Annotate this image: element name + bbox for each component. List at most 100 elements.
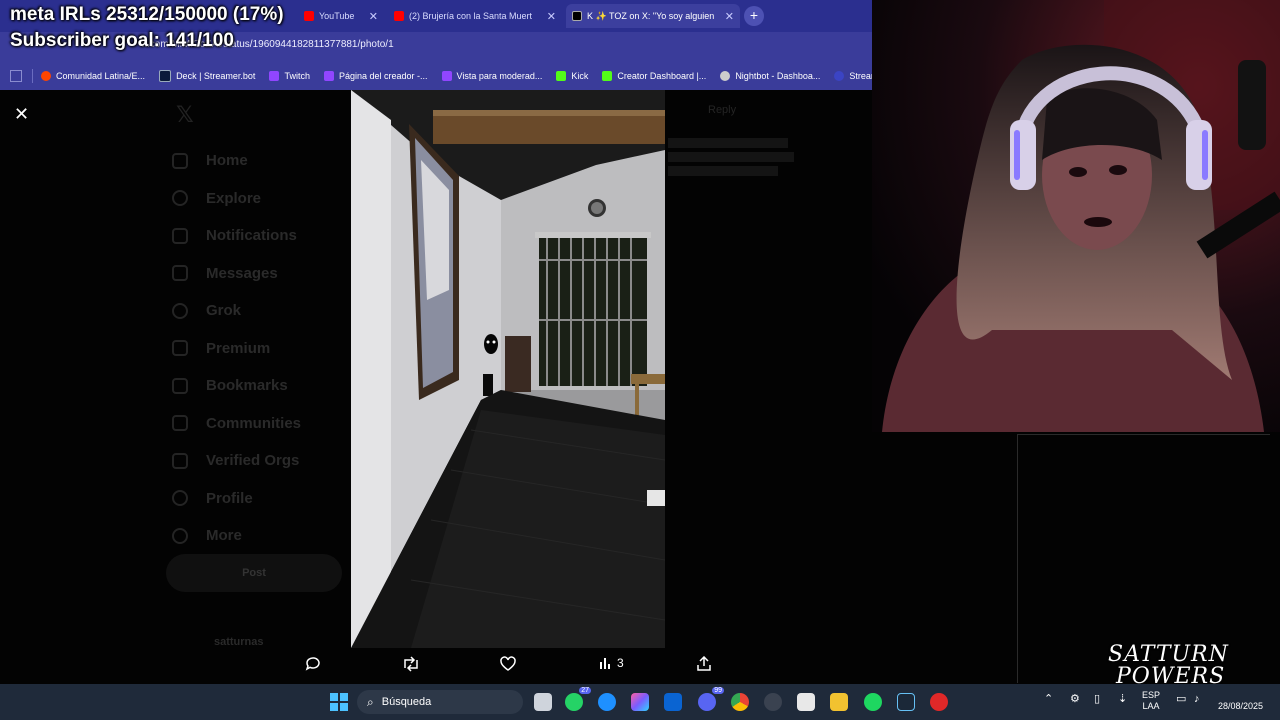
close-icon[interactable]: ✕ bbox=[14, 104, 29, 125]
bookmark-creator-page[interactable]: Página del creador -... bbox=[323, 71, 428, 81]
sidebar-item-label: More bbox=[206, 527, 242, 545]
capcut-icon[interactable] bbox=[797, 693, 815, 711]
bookmark-label: Deck | Streamer.bot bbox=[176, 71, 256, 81]
post-photo[interactable] bbox=[351, 90, 665, 648]
apps-icon[interactable] bbox=[10, 70, 22, 82]
chrome-icon[interactable] bbox=[731, 693, 749, 711]
clock-date[interactable]: 28/08/2025 bbox=[1218, 701, 1263, 712]
language-indicator[interactable]: ESP LAA bbox=[1142, 690, 1160, 712]
volume-icon[interactable]: ♪ bbox=[1194, 694, 1200, 705]
file-icon[interactable] bbox=[534, 693, 552, 711]
close-icon[interactable]: ✕ bbox=[547, 10, 556, 23]
x-logo-icon: 𝕏 bbox=[176, 102, 194, 127]
battery-icon[interactable]: ▯ bbox=[1094, 694, 1100, 705]
sidebar-item-notifications[interactable]: Notifications bbox=[172, 217, 301, 255]
youtube-icon bbox=[304, 11, 314, 21]
reply-button[interactable]: Reply bbox=[708, 104, 736, 116]
copilot-icon[interactable] bbox=[631, 693, 649, 711]
profile-name[interactable]: satturnas bbox=[214, 636, 264, 648]
tab-brujeria[interactable]: (2) Brujería con la Santa Muert ✕ bbox=[388, 4, 562, 28]
sidebar-item-explore[interactable]: Explore bbox=[172, 180, 301, 218]
share-icon[interactable] bbox=[696, 656, 712, 672]
kick-icon bbox=[602, 71, 613, 81]
bookmark-label: Página del creador -... bbox=[338, 71, 428, 81]
notification-badge: 27 bbox=[579, 687, 591, 694]
post-actions: 3 bbox=[0, 648, 872, 684]
usb-icon[interactable]: ⇣ bbox=[1118, 694, 1127, 705]
streamlabs-icon[interactable] bbox=[930, 693, 948, 711]
edge-icon[interactable] bbox=[598, 693, 616, 711]
bookmark-label: Twitch bbox=[284, 71, 310, 81]
sidebar-item-premium[interactable]: Premium bbox=[172, 330, 301, 368]
twitch-icon bbox=[269, 71, 280, 81]
views-button[interactable]: 3 bbox=[599, 656, 624, 670]
gear-icon[interactable]: ⚙ bbox=[1070, 694, 1080, 705]
person-icon bbox=[172, 490, 188, 507]
sidebar-item-home[interactable]: Home bbox=[172, 142, 301, 180]
bookmark-label: Kick bbox=[571, 71, 589, 81]
spotify-icon[interactable] bbox=[864, 693, 882, 711]
reddit-icon bbox=[41, 71, 51, 81]
sidebar-item-label: Grok bbox=[206, 302, 242, 320]
bookmark-deck[interactable]: Deck | Streamer.bot bbox=[159, 70, 255, 82]
close-icon[interactable]: ✕ bbox=[369, 10, 378, 23]
post-text-dimmed bbox=[668, 136, 798, 180]
verified-icon bbox=[172, 452, 188, 469]
repost-icon[interactable] bbox=[402, 656, 420, 672]
search-icon: ⌕ bbox=[367, 694, 374, 709]
sidebar-item-label: Notifications bbox=[206, 227, 297, 245]
sidebar-item-bookmarks[interactable]: Bookmarks bbox=[172, 367, 301, 405]
irl-goal-overlay: meta IRLs 25312/150000 (17%) bbox=[10, 4, 284, 25]
bookmark-label: Streami bbox=[849, 71, 872, 81]
twitch-icon bbox=[441, 71, 452, 81]
steam-icon[interactable] bbox=[897, 693, 915, 711]
tab-label: YouTube bbox=[319, 11, 355, 21]
bookmark-icon bbox=[172, 377, 188, 394]
outlook-icon[interactable] bbox=[664, 693, 682, 711]
kick-icon bbox=[556, 71, 567, 81]
sidebar-item-label: Messages bbox=[206, 264, 278, 282]
twitch-icon bbox=[323, 71, 334, 81]
bookmark-streamelements[interactable]: Streami bbox=[834, 71, 872, 81]
mail-icon bbox=[172, 265, 188, 282]
sidebar-item-label: Explore bbox=[206, 189, 262, 207]
sidebar-item-verified-orgs[interactable]: Verified Orgs bbox=[172, 442, 301, 480]
bookmark-mod-view[interactable]: Vista para moderad... bbox=[441, 71, 543, 81]
bookmark-kick-dashboard[interactable]: Creator Dashboard |... bbox=[602, 71, 706, 81]
notification-badge: 99 bbox=[712, 687, 724, 694]
streamer-webcam-image bbox=[872, 0, 1280, 432]
sidebar-item-messages[interactable]: Messages bbox=[172, 255, 301, 293]
like-icon[interactable] bbox=[500, 656, 516, 672]
taskbar-search[interactable]: ⌕ Búsqueda bbox=[357, 690, 523, 714]
bookmark-kick[interactable]: Kick bbox=[556, 71, 588, 81]
new-tab-button[interactable]: + bbox=[744, 6, 764, 26]
sidebar-item-more[interactable]: More bbox=[172, 517, 301, 555]
subscriber-goal-overlay: Subscriber goal: 141/100 bbox=[10, 30, 234, 51]
network-icon[interactable]: ▭ bbox=[1176, 694, 1186, 705]
tab-label: K ✨ TOZ on X: "Yo soy alguien bbox=[587, 10, 715, 21]
nightbot-icon bbox=[720, 71, 731, 81]
sidebar-item-label: Home bbox=[206, 152, 248, 170]
bookmark-label: Vista para moderad... bbox=[456, 71, 543, 81]
bell-icon bbox=[172, 227, 188, 244]
bookmark-comunidad[interactable]: Comunidad Latina/E... bbox=[41, 71, 145, 81]
discord-icon[interactable]: 99 bbox=[698, 687, 724, 711]
close-icon[interactable]: ✕ bbox=[725, 10, 734, 23]
folder-icon[interactable] bbox=[830, 693, 848, 711]
sidebar-item-communities[interactable]: Communities bbox=[172, 405, 301, 443]
hallway-photo bbox=[351, 90, 665, 648]
bookmark-nightbot[interactable]: Nightbot - Dashboa... bbox=[720, 71, 820, 81]
windows-start-icon[interactable] bbox=[330, 693, 348, 711]
whatsapp-icon[interactable]: 27 bbox=[565, 687, 591, 711]
bookmark-twitch[interactable]: Twitch bbox=[269, 71, 310, 81]
reply-icon[interactable] bbox=[305, 656, 321, 672]
sidebar-item-profile[interactable]: Profile bbox=[172, 480, 301, 518]
obs-icon[interactable] bbox=[764, 693, 782, 711]
tab-x-post[interactable]: K ✨ TOZ on X: "Yo soy alguien ✕ bbox=[566, 4, 740, 28]
sidebar-item-label: Premium bbox=[206, 339, 271, 357]
sidebar-item-grok[interactable]: Grok bbox=[172, 292, 301, 330]
chevron-up-icon[interactable]: ⌃ bbox=[1044, 694, 1053, 705]
search-icon bbox=[172, 190, 188, 207]
post-button[interactable]: Post bbox=[166, 554, 342, 592]
tab-youtube[interactable]: YouTube ✕ bbox=[298, 4, 384, 28]
